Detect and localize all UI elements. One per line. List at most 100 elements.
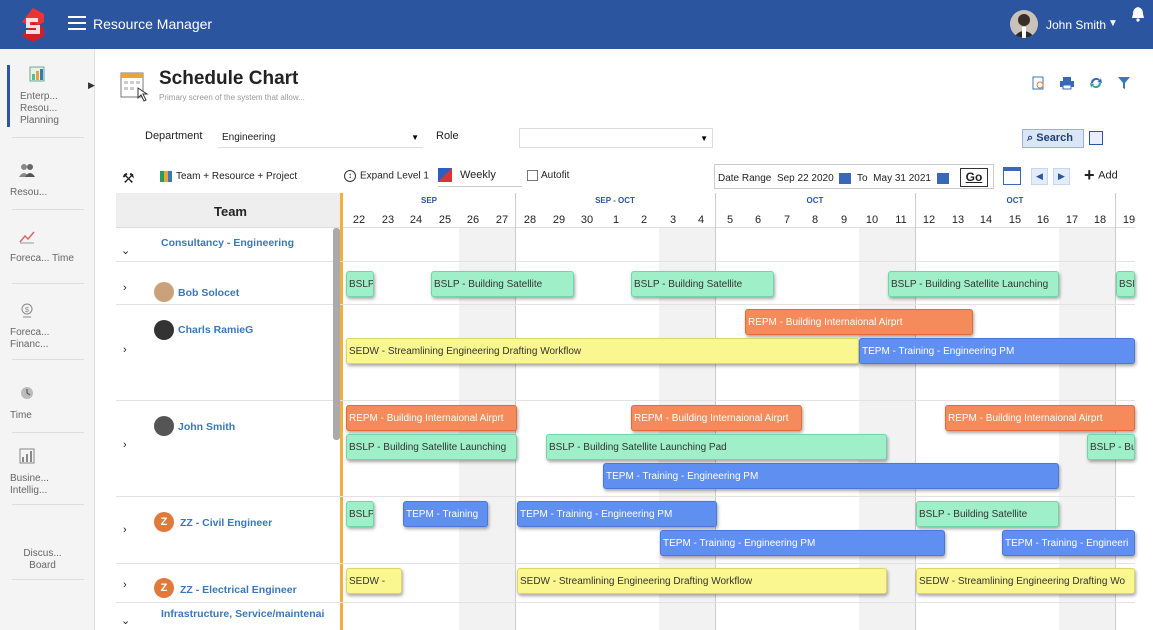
resource-name[interactable]: Bob Solocet: [178, 287, 239, 299]
notification-bell-icon[interactable]: [1131, 6, 1145, 22]
resource-name[interactable]: John Smith: [178, 421, 235, 433]
user-name[interactable]: John Smith: [1046, 18, 1106, 32]
add-label: Add: [1098, 169, 1118, 182]
filter-icon[interactable]: [1117, 76, 1131, 93]
refresh-icon[interactable]: [1088, 76, 1104, 93]
user-avatar[interactable]: [1010, 10, 1038, 38]
to-label: To: [857, 173, 868, 185]
sidebar-item-resources[interactable]: Resou...: [10, 161, 85, 199]
settings-tools-icon[interactable]: ⚒: [122, 170, 135, 187]
task-bar[interactable]: TEPM - Training - Engineering PM: [859, 338, 1135, 364]
task-bar[interactable]: REPM - Building Internaional Airprt: [945, 405, 1135, 431]
sidebar-collapse-icon[interactable]: ▶: [88, 80, 95, 91]
task-bar[interactable]: SEDW - Streamlining Engineering Drafting…: [916, 568, 1135, 594]
next-period-button[interactable]: ▶: [1053, 168, 1070, 185]
period-selector[interactable]: Weekly: [438, 168, 496, 182]
task-bar[interactable]: BSLP: [346, 271, 374, 297]
expand-chevron-icon[interactable]: ›: [123, 579, 127, 591]
expand-chevron-icon[interactable]: ›: [123, 282, 127, 294]
autofit-checkbox[interactable]: Autofit: [527, 170, 569, 181]
day-row: 22 23 24 25 26 27 28 29 30 1 2 3 4 5 6 7…: [343, 210, 1135, 228]
expand-chevron-icon[interactable]: ›: [123, 344, 127, 356]
calendar-icon[interactable]: [839, 173, 852, 184]
task-bar[interactable]: BSLP - Building Satellite Launching: [888, 271, 1059, 297]
go-button[interactable]: Go: [960, 168, 988, 187]
vertical-scrollbar[interactable]: [333, 228, 340, 440]
month-label: OCT: [1006, 196, 1024, 205]
print-icon[interactable]: [1059, 76, 1075, 93]
date-to-input[interactable]: May 31 2021: [873, 173, 931, 184]
task-bar[interactable]: BSLP: [346, 501, 374, 527]
chevron-down-icon: ▼: [411, 133, 419, 142]
task-bar[interactable]: BSLP - Building Satellite Launching Pad: [546, 434, 887, 460]
expand-icon: ↕: [344, 170, 356, 182]
week-separator: [915, 193, 916, 630]
task-bar[interactable]: BSLP - Bu: [1087, 434, 1135, 460]
clear-search-icon[interactable]: [1089, 131, 1103, 145]
month-label: SEP: [420, 196, 437, 205]
sidebar-item-business-intelligence[interactable]: Busine... Intellig...: [10, 447, 85, 497]
previous-period-button[interactable]: ◀: [1031, 168, 1048, 185]
expand-label: Expand Level 1: [360, 170, 429, 182]
forecast-finance-icon: $: [21, 303, 33, 318]
view-mode-selector[interactable]: Team + Resource + Project: [160, 171, 297, 182]
resources-icon: [19, 164, 35, 177]
resource-name[interactable]: Charls RamieG: [178, 324, 253, 336]
menu-icon[interactable]: [68, 16, 86, 30]
department-select[interactable]: Engineering ▼: [218, 128, 423, 148]
plus-icon: +: [1084, 165, 1095, 185]
today-marker: [340, 193, 343, 630]
date-from-input[interactable]: Sep 22 2020: [777, 173, 834, 184]
resource-name[interactable]: ZZ - Electrical Engineer: [180, 584, 297, 596]
collapse-chevron-icon[interactable]: ⌄: [121, 244, 130, 257]
task-bar[interactable]: BSLP - Building Satellite: [431, 271, 574, 297]
task-bar[interactable]: REPM - Building Internaional Airprt: [346, 405, 517, 431]
sidebar-item-forecast-finance[interactable]: $ Foreca... Financ...: [10, 301, 85, 351]
day-label: 29: [552, 214, 566, 226]
day-label: 22: [352, 214, 366, 226]
task-bar[interactable]: TEPM - Training: [403, 501, 488, 527]
avatar: [154, 416, 174, 436]
task-bar[interactable]: BSLP - Building Satellite: [916, 501, 1059, 527]
task-bar[interactable]: SEDW -: [346, 568, 402, 594]
sidebar-item-time[interactable]: Time: [10, 384, 85, 422]
sidebar-item-forecast-time[interactable]: Foreca... Time: [10, 227, 85, 265]
sidebar-item-label: Discus... Board: [23, 548, 62, 571]
task-bar[interactable]: BSLP - Building Satellite: [631, 271, 774, 297]
divider: [12, 283, 84, 284]
calendar-icon[interactable]: [936, 173, 949, 184]
add-button[interactable]: + Add: [1084, 165, 1118, 186]
sidebar-item-discussion-board[interactable]: Discus... Board: [10, 548, 85, 572]
app-logo-icon[interactable]: [18, 8, 48, 42]
calendar-view-icon[interactable]: [1003, 167, 1021, 185]
user-menu-caret-icon[interactable]: ▼: [1108, 18, 1118, 29]
expand-chevron-icon[interactable]: ›: [123, 524, 127, 536]
task-bar[interactable]: SEDW - Streamlining Engineering Drafting…: [517, 568, 887, 594]
expand-level-button[interactable]: ↕ Expand Level 1: [344, 170, 429, 182]
binoculars-icon: ⌕: [1027, 132, 1034, 144]
task-bar[interactable]: REPM - Building Internaional Airprt: [631, 405, 802, 431]
search-button[interactable]: ⌕ Search: [1022, 129, 1084, 148]
resource-name[interactable]: ZZ - Civil Engineer: [180, 517, 272, 529]
task-bar[interactable]: TEPM - Training - Engineering PM: [660, 530, 945, 556]
day-label: 28: [523, 214, 537, 226]
expand-chevron-icon[interactable]: ›: [123, 439, 127, 451]
team-group-label[interactable]: Infrastructure, Service/maintenai: [161, 608, 324, 620]
month-label: SEP - OCT: [595, 196, 635, 205]
preview-icon[interactable]: [1032, 76, 1046, 93]
team-group-label[interactable]: Consultancy - Engineering: [161, 237, 294, 249]
month-row: SEP SEP - OCT OCT OCT: [343, 193, 1135, 210]
sidebar-item-enterprise-planning[interactable]: Enterp... Resou... Planning: [7, 65, 82, 127]
task-bar[interactable]: TEPM - Training - Engineeri: [1002, 530, 1135, 556]
task-bar[interactable]: TEPM - Training - Engineering PM: [603, 463, 1059, 489]
divider: [12, 504, 84, 505]
day-label: 13: [951, 214, 965, 226]
page-subtitle: Primary screen of the system that allow.…: [159, 93, 305, 102]
role-select[interactable]: ▼: [519, 128, 713, 148]
task-bar[interactable]: TEPM - Training - Engineering PM: [517, 501, 717, 527]
task-bar[interactable]: SEDW - Streamlining Engineering Drafting…: [346, 338, 859, 364]
task-bar[interactable]: BSL: [1116, 271, 1135, 297]
task-bar[interactable]: BSLP - Building Satellite Launching: [346, 434, 517, 460]
collapse-chevron-icon[interactable]: ⌄: [121, 614, 130, 627]
task-bar[interactable]: REPM - Building Internaional Airprt: [745, 309, 973, 335]
